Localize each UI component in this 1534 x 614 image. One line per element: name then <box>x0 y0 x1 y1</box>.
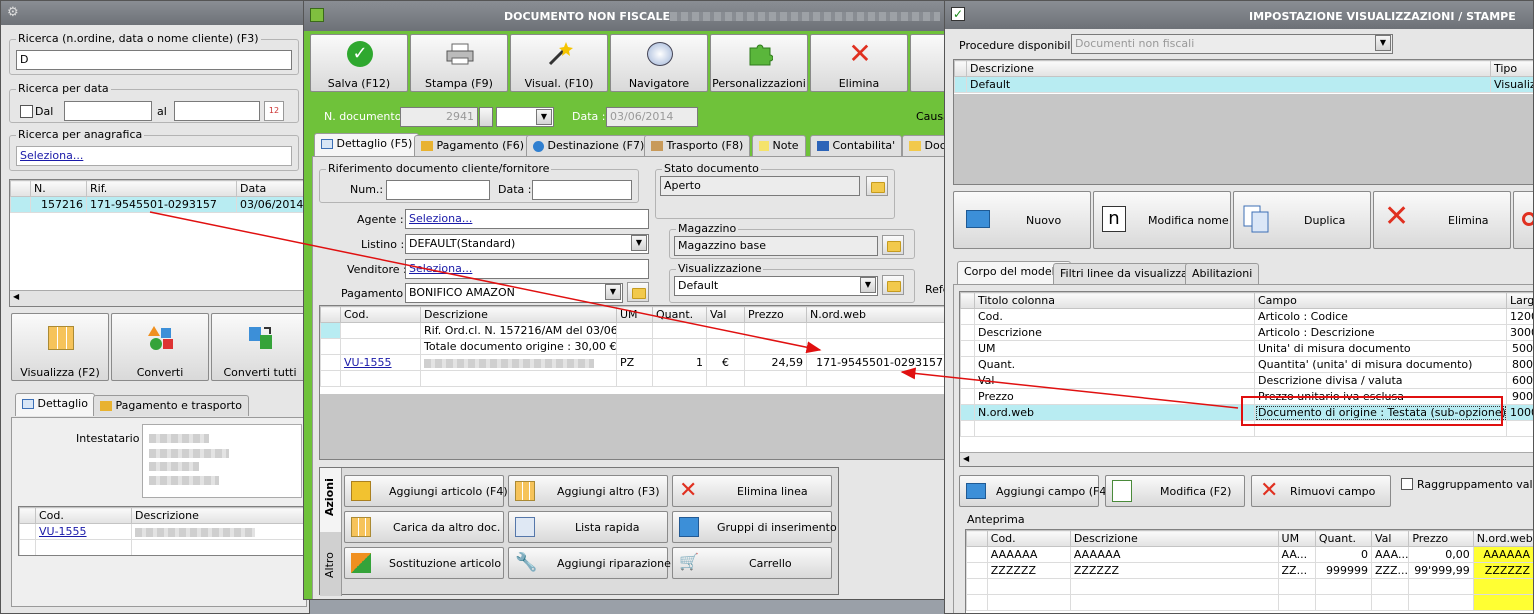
annotation-arrows <box>149 211 1239 409</box>
arrow-rif-to-nordweb <box>149 211 822 354</box>
arrow-campo-to-nordweb <box>900 367 1239 409</box>
